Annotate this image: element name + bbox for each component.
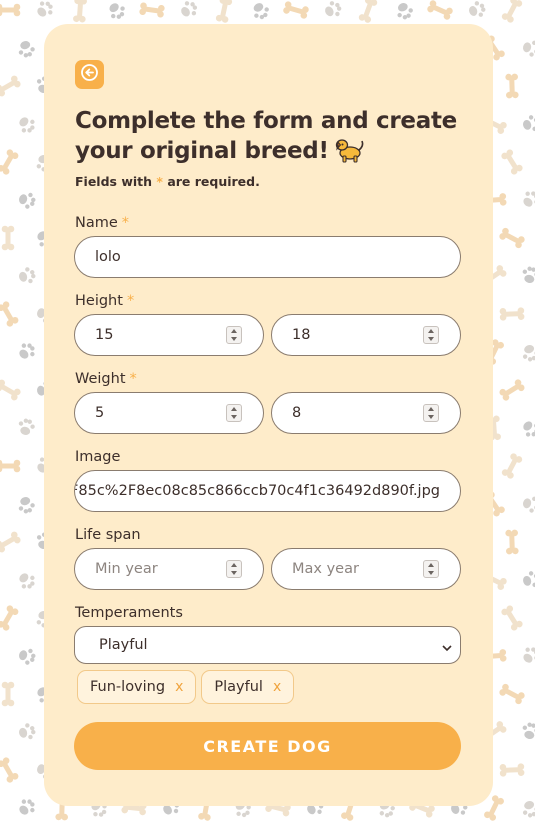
temperament-chip: Fun-loving x (77, 670, 197, 704)
spinner-arrows-icon[interactable] (226, 326, 242, 344)
chevron-down-icon (442, 640, 452, 656)
life-span-min-input[interactable]: Min year (74, 548, 264, 590)
name-label: Name * (75, 215, 130, 231)
height-label: Height * (75, 293, 135, 309)
name-input[interactable]: lolo (74, 236, 461, 278)
remove-chip-button[interactable]: x (273, 679, 281, 695)
spinner-arrows-icon[interactable] (226, 560, 242, 578)
spinner-arrows-icon[interactable] (423, 560, 439, 578)
life-span-max-input[interactable]: Max year (271, 548, 461, 590)
life-span-label: Life span (75, 527, 141, 543)
spinner-arrows-icon[interactable] (423, 404, 439, 422)
weight-max-input[interactable]: 8 (271, 392, 461, 434)
image-url-input[interactable]: F85c%2F8ec08c85c866ccb70c4f1c36492d890f.… (74, 470, 461, 512)
weight-min-input[interactable]: 5 (74, 392, 264, 434)
dog-icon (335, 137, 365, 171)
temperaments-select[interactable]: Playful (74, 626, 461, 664)
remove-chip-button[interactable]: x (175, 679, 183, 695)
temperament-chips: Fun-loving x Playful x (77, 670, 295, 704)
temperaments-label: Temperaments (75, 605, 183, 621)
arrow-left-icon (81, 64, 98, 85)
height-max-input[interactable]: 18 (271, 314, 461, 356)
required-fields-note: Fields with * are required. (75, 174, 260, 189)
back-button[interactable] (75, 60, 104, 89)
weight-label: Weight * (75, 371, 137, 387)
create-dog-button[interactable]: CREATE DOG (74, 722, 461, 770)
spinner-arrows-icon[interactable] (423, 326, 439, 344)
create-dog-form: Complete the form and create your origin… (44, 24, 493, 806)
page-title: Complete the form and create your origin… (75, 106, 475, 171)
spinner-arrows-icon[interactable] (226, 404, 242, 422)
image-label: Image (75, 449, 121, 465)
height-min-input[interactable]: 15 (74, 314, 264, 356)
temperament-chip: Playful x (201, 670, 295, 704)
